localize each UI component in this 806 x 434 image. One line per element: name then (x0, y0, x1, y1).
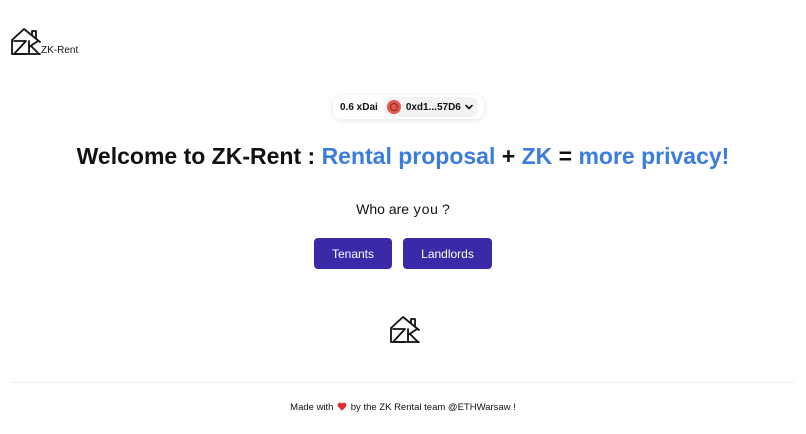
title-rental-proposal: Rental proposal (321, 143, 496, 169)
title-equals: = (552, 143, 579, 169)
footer-prefix: Made with (290, 402, 334, 413)
account-avatar-icon (386, 100, 401, 114)
footer-credit: Made with by the ZK Rental team @ETHWars… (0, 402, 806, 413)
question-code: you (412, 203, 439, 219)
footer-divider (12, 382, 794, 383)
heart-icon (337, 402, 347, 411)
wallet-address: 0xd1...57D6 (405, 101, 461, 113)
house-zk-logo-icon (390, 316, 420, 343)
title-more-privacy: more privacy! (578, 143, 730, 169)
wallet-balance: 0.6 xDai (340, 101, 378, 113)
role-actions: Tenants Landlords (0, 238, 806, 269)
brand-name: ZK-Rent (41, 45, 79, 56)
chevron-down-icon (465, 104, 473, 110)
question-suffix: ? (438, 201, 450, 217)
wallet-widget: 0.6 xDai 0xd1...57D6 (333, 95, 484, 119)
app-header: ZK-Rent (10, 24, 78, 58)
landlords-button[interactable]: Landlords (403, 238, 492, 269)
footer-suffix: by the ZK Rental team @ETHWarsaw ! (350, 402, 516, 413)
house-zk-logo-icon[interactable] (10, 26, 42, 58)
title-zk: ZK (521, 143, 553, 169)
title-plus: + (495, 143, 522, 169)
page-title: Welcome to ZK-Rent : Rental proposal + Z… (0, 143, 806, 170)
tenants-button[interactable]: Tenants (314, 238, 392, 269)
account-dropdown-button[interactable]: 0xd1...57D6 (383, 97, 478, 117)
role-question: Who are you ? (0, 201, 806, 219)
title-welcome: Welcome to ZK-Rent : (76, 143, 322, 169)
question-prefix: Who are (356, 201, 413, 217)
